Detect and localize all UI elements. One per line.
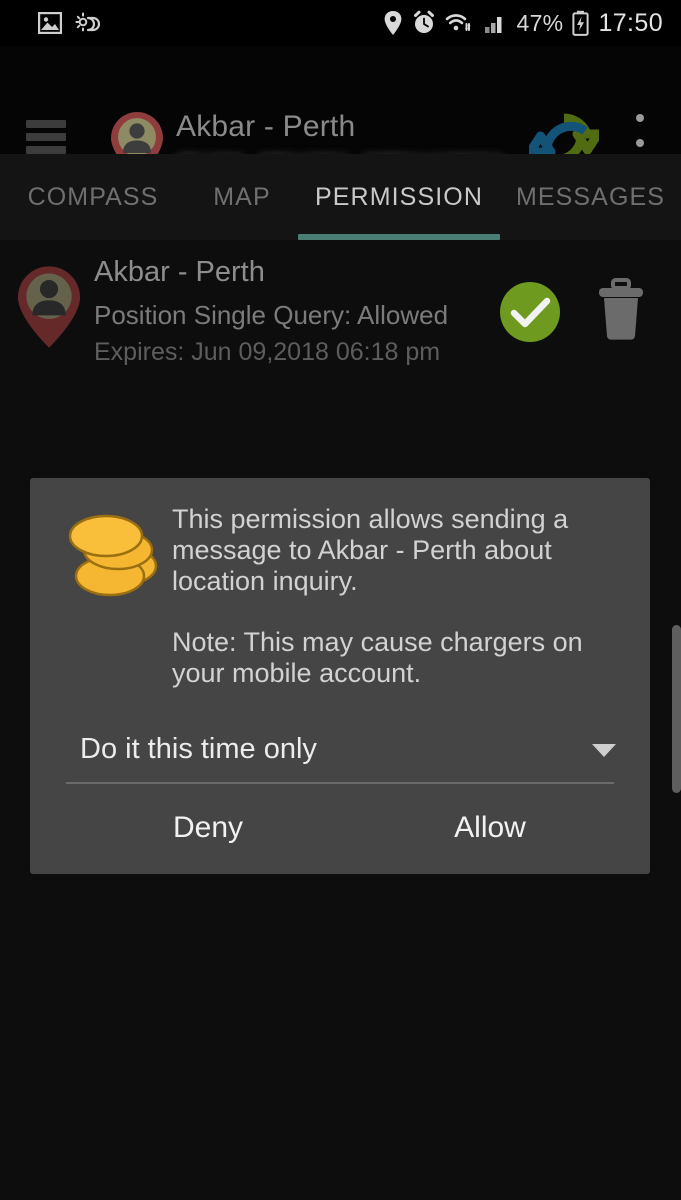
permission-dialog: This permission allows sending a message… (30, 478, 650, 874)
permission-contact-name: Akbar - Perth (94, 256, 265, 288)
green-check-circle-icon[interactable] (498, 280, 562, 344)
status-bar-right-icons: 47% 17:50 (383, 0, 664, 46)
permission-scope-select[interactable]: Do it this time only (80, 718, 636, 780)
location-icon (383, 10, 403, 36)
image-icon (37, 11, 63, 35)
dialog-message: This permission allows sending a message… (172, 504, 569, 596)
chevron-down-icon (592, 744, 616, 757)
status-bar: 47% 17:50 (0, 0, 681, 46)
tab-bar: COMPASS MAP PERMISSION MESSAGES (0, 154, 681, 240)
permission-scope-value: Do it this time only (80, 733, 317, 765)
battery-percent-label: 47% (516, 9, 564, 36)
status-bar-left-icons (0, 11, 102, 35)
allow-button[interactable]: Allow (390, 782, 590, 874)
tab-active-indicator (298, 234, 500, 240)
permission-status-text: Position Single Query: Allowed (94, 300, 449, 330)
tab-permission[interactable]: PERMISSION (298, 154, 500, 240)
permission-expiry-text: Expires: Jun 09,2018 06:18 pm (94, 338, 441, 366)
trash-icon[interactable] (596, 278, 646, 342)
dialog-actions: Deny Allow (30, 782, 650, 874)
app-bar: Akbar - Perth (0, 46, 681, 180)
signal-icon (484, 12, 508, 34)
phone-screen: 47% 17:50 Akbar - Perth COMPASS MAP PERM… (0, 0, 681, 1200)
deny-button[interactable]: Deny (108, 782, 308, 874)
table-row[interactable]: Akbar - Perth Position Single Query: All… (0, 250, 681, 372)
hamburger-menu-icon[interactable] (26, 120, 66, 154)
app-bar-title: Akbar - Perth (176, 110, 356, 143)
tab-map[interactable]: MAP (186, 154, 298, 240)
vertical-scrollbar[interactable] (672, 625, 681, 793)
battery-charging-icon (572, 10, 590, 36)
tab-compass[interactable]: COMPASS (0, 154, 186, 240)
weather-icon (74, 11, 102, 35)
dialog-body: This permission allows sending a message… (172, 504, 626, 689)
alarm-icon (412, 10, 436, 36)
coins-stack-icon (66, 506, 164, 602)
contact-map-pin-avatar (14, 264, 84, 350)
dialog-note: Note: This may cause chargers on your mo… (172, 627, 583, 688)
clock-label: 17:50 (598, 8, 663, 37)
tab-messages[interactable]: MESSAGES (500, 154, 681, 240)
wifi-icon (445, 11, 475, 35)
